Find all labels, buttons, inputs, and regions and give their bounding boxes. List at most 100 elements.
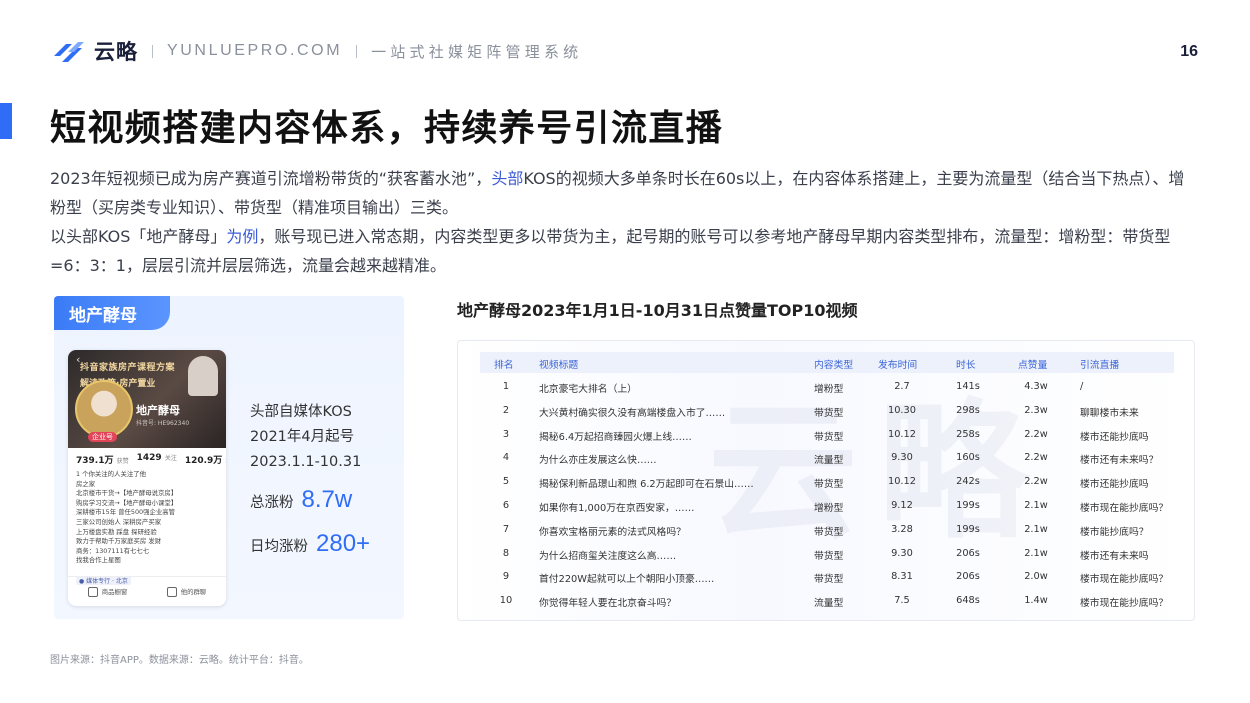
site-url: YUNLUEPRO.COM bbox=[167, 42, 343, 59]
cell-rank: 3 bbox=[502, 428, 510, 440]
brand-name: 云略 bbox=[94, 40, 138, 64]
intro-text: 2023年短视频已成为房产赛道引流增粉带货的“获客蓄水池”，头部KOS的视频大多… bbox=[50, 164, 1200, 280]
stat-number: 739.1万 bbox=[76, 456, 114, 466]
column-header-likes: 点赞量 bbox=[1018, 360, 1048, 371]
profile-id: 抖音号: HE962340 bbox=[136, 420, 190, 427]
table-row: 3 揭秘6.4万起招商臻园火爆上线…… 带货型 10.12 258s 2.2w 楼市还能抄底… bbox=[480, 425, 1174, 445]
kos-name-tag: 地产酵母 bbox=[54, 296, 170, 330]
cell-publish-date: 9.12 bbox=[891, 500, 913, 511]
table-row: 7 你喜欢宝格丽元素的法式风格吗？ 带货型 3.28 199s 2.1w 楼市能抄底吗？ bbox=[480, 520, 1174, 540]
table-row: 2 大兴黄村确实很久没有高端楼盘入市了…… 带货型 10.30 298s 2.3w 聊聊楼市… bbox=[480, 401, 1174, 421]
cell-likes: 2.2w bbox=[1024, 428, 1048, 440]
stat-item: 120.9万 粉丝 bbox=[185, 453, 226, 466]
kos-info: 头部自媒体KOS 2021年4月起号 2023.1.1-10.31 bbox=[250, 400, 361, 475]
column-header-live-stream-topic: 引流直播 bbox=[1080, 360, 1120, 371]
cell-video-title: 如果你有1,000万在京西安家，…… bbox=[539, 503, 695, 514]
cell-rank: 7 bbox=[502, 523, 510, 535]
cell-publish-date: 8.31 bbox=[891, 571, 913, 583]
profile-bottom-bar: 商品橱窗 他的群聊 bbox=[68, 576, 226, 606]
table-row: 1 北京豪宅大排名（上） 增粉型 2.7 141s 4.3w / bbox=[480, 377, 1174, 397]
cell-likes: 2.1w bbox=[1024, 523, 1048, 535]
cell-video-title: 首付220W起就可以上个朝阳小顶豪…… bbox=[539, 574, 715, 586]
cell-video-title: 为什么招商玺关注度这么高…… bbox=[539, 550, 677, 562]
cell-live-stream-topic: 楼市还有未来吗 bbox=[1080, 550, 1149, 562]
cell-live-stream-topic: 楼市还能抄底吗 bbox=[1080, 431, 1149, 443]
intro-highlight: 头部 bbox=[491, 169, 524, 188]
bio-line: 商务：1307111有七七七 bbox=[76, 546, 150, 555]
title-accent-bar bbox=[0, 103, 12, 139]
cell-publish-date: 7.5 bbox=[894, 595, 910, 607]
cell-publish-date: 10.12 bbox=[887, 428, 917, 440]
column-header-video-title: 视频标题 bbox=[539, 360, 579, 371]
cell-duration: 206s bbox=[956, 571, 980, 583]
cell-publish-date: 9.30 bbox=[891, 452, 913, 464]
bio-line: 房之家 bbox=[76, 479, 96, 488]
cell-duration: 258s bbox=[956, 428, 980, 440]
profile-name: 地产酵母 bbox=[136, 404, 180, 417]
intro-text-span: 以头部KOS「地产酵母」 bbox=[50, 227, 227, 246]
cell-duration: 206s bbox=[956, 547, 980, 559]
source-note: 图片来源：抖音APP。数据来源：云略。统计平台：抖音。 bbox=[50, 655, 309, 666]
header-divider bbox=[356, 44, 358, 58]
kos-info-line: 2021年4月起号 bbox=[250, 429, 355, 445]
profile-bio: 1 个你关注的人关注了他 房之家 北京楼市干货→【地产酵母说京房】 购房学习交流… bbox=[68, 468, 226, 568]
header-divider bbox=[152, 44, 153, 58]
table-row: 4 为什么亦庄发展这么快…… 流量型 9.30 160s 2.2w 楼市还有未来吗？ bbox=[480, 448, 1174, 468]
verified-badge: 企业号 bbox=[88, 432, 117, 442]
stat-label: 关注 bbox=[164, 455, 177, 462]
table-header: 排名 视频标题 内容类型 发布时间 时长 点赞量 引流直播 bbox=[480, 352, 1174, 373]
cell-content-type: 带货型 bbox=[814, 574, 844, 586]
cell-video-title: 大兴黄村确实很久没有高端楼盘入市了…… bbox=[539, 407, 726, 419]
metric-value: 280+ bbox=[316, 530, 371, 557]
group-chat-entry: 他的群聊 bbox=[166, 586, 207, 597]
intro-paragraph-2: 以头部KOS「地产酵母」为例，账号现已进入常态期，内容类型更多以带货为主，起号期… bbox=[50, 222, 1200, 280]
intro-highlight: 为例 bbox=[226, 227, 259, 246]
avatar bbox=[75, 380, 133, 438]
cell-content-type: 带货型 bbox=[814, 431, 844, 443]
table-title: 地产酵母2023年1月1日-10月31日点赞量TOP10视频 bbox=[457, 301, 858, 320]
kos-profile-card: 地产酵母 ‹ 抖音家族房产课程方案 解读政策·房产置业 企业号 地产酵母 抖音号… bbox=[54, 296, 404, 619]
douyin-profile-screenshot: ‹ 抖音家族房产课程方案 解读政策·房产置业 企业号 地产酵母 抖音号: HE9… bbox=[68, 350, 226, 606]
cell-live-stream-topic: 楼市能抄底吗？ bbox=[1080, 526, 1149, 538]
cell-video-title: 揭秘保利新品璟山和煦 6.2万起即可在石景山…… bbox=[539, 479, 754, 491]
cell-content-type: 带货型 bbox=[814, 526, 844, 538]
shop-icon bbox=[87, 586, 98, 597]
cell-likes: 2.3w bbox=[1024, 404, 1048, 416]
cell-publish-date: 9.30 bbox=[891, 547, 913, 559]
cell-duration: 242s bbox=[956, 476, 980, 488]
table-row: 6 如果你有1,000万在京西安家，…… 增粉型 9.12 199s 2.1w 楼市现在能抄… bbox=[480, 496, 1174, 516]
kos-info-line: 2023.1.1-10.31 bbox=[250, 454, 362, 470]
cell-duration: 160s bbox=[956, 452, 980, 464]
profile-banner: ‹ 抖音家族房产课程方案 解读政策·房产置业 企业号 地产酵母 抖音号: HE9… bbox=[68, 350, 226, 448]
stat-item: 1429 关注 bbox=[137, 453, 177, 466]
shop-label: 商品橱窗 bbox=[101, 588, 128, 596]
cell-duration: 648s bbox=[956, 595, 980, 607]
intro-paragraph-1: 2023年短视频已成为房产赛道引流增粉带货的“获客蓄水池”，头部KOS的视频大多… bbox=[50, 164, 1200, 222]
brand-slogan: 一站式社媒矩阵管理系统 bbox=[371, 42, 583, 61]
cell-video-title: 为什么亦庄发展这么快…… bbox=[539, 455, 657, 467]
profile-stats: 739.1万 获赞 1429 关注 120.9万 粉丝 bbox=[68, 448, 226, 468]
cell-rank: 8 bbox=[502, 547, 510, 559]
stat-number: 1429 bbox=[136, 453, 162, 463]
cell-likes: 2.1w bbox=[1024, 500, 1048, 511]
stat-label: 粉丝 bbox=[225, 458, 226, 465]
cell-duration: 199s bbox=[956, 500, 980, 511]
bio-line: 三家公司创始人 深耕房产买家 bbox=[76, 517, 162, 526]
cell-live-stream-topic: 楼市现在能抄底吗？ bbox=[1080, 574, 1169, 586]
cell-rank: 10 bbox=[499, 595, 513, 607]
cell-content-type: 增粉型 bbox=[814, 384, 844, 395]
shop-window-entry: 商品橱窗 bbox=[87, 586, 128, 597]
page-title: 短视频搭建内容体系，持续养号引流直播 bbox=[50, 108, 724, 149]
intro-text-span: 2023年短视频已成为房产赛道引流增粉带货的“获客蓄水池”， bbox=[50, 169, 492, 188]
cell-publish-date: 3.28 bbox=[891, 523, 913, 535]
chat-label: 他的群聊 bbox=[180, 588, 207, 596]
bio-line: 致力于帮助千万家庭买房 发财 bbox=[76, 537, 162, 546]
cell-video-title: 揭秘6.4万起招商臻园火爆上线…… bbox=[539, 431, 692, 443]
banner-line: 抖音家族房产课程方案 bbox=[80, 363, 176, 373]
cell-live-stream-topic: 楼市还能抄底吗 bbox=[1080, 479, 1149, 491]
cell-live-stream-topic: 聊聊楼市未来 bbox=[1080, 407, 1139, 419]
metric-value: 8.7w bbox=[301, 486, 353, 513]
stat-number: 120.9万 bbox=[184, 456, 223, 466]
cell-video-title: 你觉得年轻人要在北京奋斗吗？ bbox=[539, 598, 677, 610]
cell-likes: 1.4w bbox=[1024, 595, 1048, 607]
